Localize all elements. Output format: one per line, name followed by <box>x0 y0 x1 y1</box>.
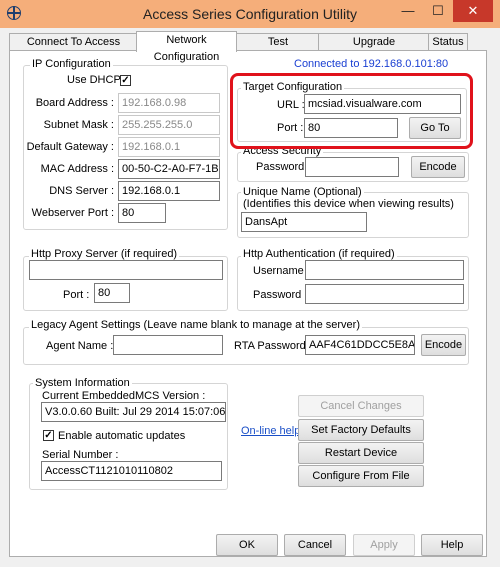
auto-update-checkbox[interactable]: ✓ <box>43 430 54 441</box>
maximize-button[interactable]: ☐ <box>423 0 453 22</box>
mac-address-field[interactable]: 00-50-C2-A0-F7-1B <box>118 159 220 179</box>
rta-password-label: RTA Password : <box>234 340 312 352</box>
auth-username-label: Username : <box>253 265 310 277</box>
board-address-label: Board Address : <box>35 97 114 109</box>
tab-connect[interactable]: Connect To Access Device <box>9 33 138 65</box>
tab-network-configuration[interactable]: Network Configuration <box>136 31 237 63</box>
proxy-port-field[interactable]: 80 <box>94 283 130 303</box>
agent-name-label: Agent Name : <box>46 340 114 352</box>
auth-password-label: Password : <box>253 289 308 301</box>
webserver-port-field[interactable]: 80 <box>118 203 166 223</box>
auth-password-field[interactable] <box>305 284 464 304</box>
access-password-label: Password : <box>256 161 311 173</box>
highlight-box <box>230 73 473 149</box>
rta-password-field[interactable]: AAF4C61DDCC5E8A2DAB <box>305 335 415 355</box>
minimize-button[interactable]: — <box>393 0 423 22</box>
help-button[interactable]: Help <box>421 534 483 556</box>
serial-number-field: AccessCT1121010110802 <box>41 461 222 481</box>
access-password-field[interactable] <box>305 157 399 177</box>
unique-name-field[interactable]: DansApt <box>241 212 367 232</box>
proxy-port-label: Port : <box>63 289 90 301</box>
close-button[interactable]: ✕ <box>453 0 493 22</box>
legacy-agent-title: Legacy Agent Settings (Leave name blank … <box>29 319 362 331</box>
webserver-port-label: Webserver Port : <box>31 207 114 219</box>
tab-test-configuration[interactable]: Test Configuration <box>236 33 320 65</box>
http-proxy-title: Http Proxy Server (if required) <box>29 248 180 260</box>
unique-name-title: Unique Name (Optional) <box>241 186 364 198</box>
default-gateway-label: Default Gateway : <box>26 141 114 153</box>
system-information-title: System Information <box>33 377 132 389</box>
rta-encode-button[interactable]: Encode <box>421 334 466 356</box>
default-gateway-field[interactable]: 192.168.0.1 <box>118 137 220 157</box>
configure-from-file-button[interactable]: Configure From File <box>298 465 424 487</box>
tab-status[interactable]: Status <box>428 33 468 51</box>
auth-username-field[interactable] <box>305 260 464 280</box>
set-factory-defaults-button[interactable]: Set Factory Defaults <box>298 419 424 441</box>
online-help-link[interactable]: On-line help <box>241 425 300 437</box>
access-encode-button[interactable]: Encode <box>411 156 465 178</box>
apply-button[interactable]: Apply <box>353 534 415 556</box>
tab-upgrade[interactable]: Upgrade EmbeddedMCS <box>318 33 430 65</box>
board-address-field[interactable]: 192.168.0.98 <box>118 93 220 113</box>
cancel-button[interactable]: Cancel <box>284 534 346 556</box>
version-label: Current EmbeddedMCS Version : <box>42 390 206 402</box>
auto-update-label: Enable automatic updates <box>58 430 186 442</box>
version-field: V3.0.0.60 Built: Jul 29 2014 15:07:06 <box>41 402 226 422</box>
agent-name-field[interactable] <box>113 335 223 355</box>
subnet-mask-label: Subnet Mask : <box>43 119 114 131</box>
http-authentication-title: Http Authentication (if required) <box>241 248 397 260</box>
proxy-server-field[interactable] <box>29 260 223 280</box>
unique-name-note: (Identifies this device when viewing res… <box>243 198 454 210</box>
use-dhcp-label: Use DHCP <box>67 74 121 86</box>
connection-status: Connected to 192.168.0.101:80 <box>294 58 449 70</box>
subnet-mask-field[interactable]: 255.255.255.0 <box>118 115 220 135</box>
cancel-changes-button[interactable]: Cancel Changes <box>298 395 424 417</box>
ip-configuration-title: IP Configuration <box>30 58 113 70</box>
use-dhcp-checkbox[interactable]: ✓ <box>120 75 131 86</box>
restart-device-button[interactable]: Restart Device <box>298 442 424 464</box>
dns-server-label: DNS Server : <box>49 185 114 197</box>
serial-number-label: Serial Number : <box>42 449 119 461</box>
mac-address-label: MAC Address : <box>40 163 114 175</box>
dns-server-field[interactable]: 192.168.0.1 <box>118 181 220 201</box>
ok-button[interactable]: OK <box>216 534 278 556</box>
